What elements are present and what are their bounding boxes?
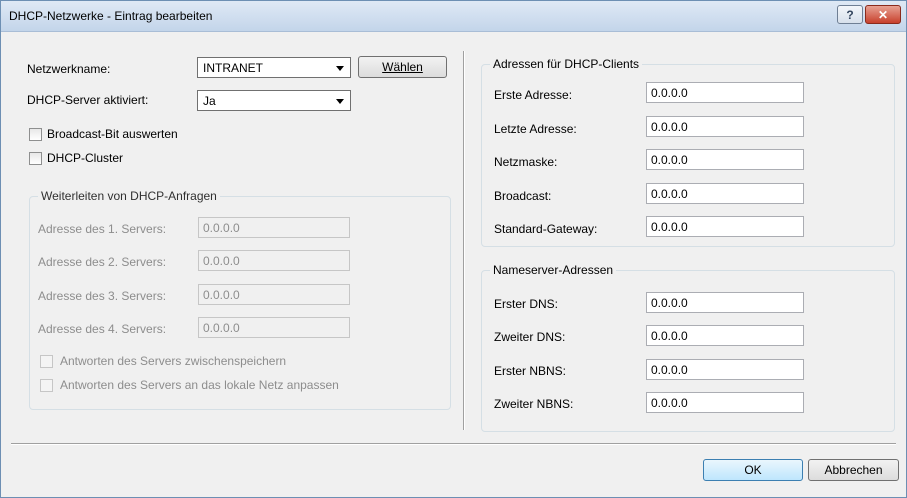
nameserver-group: Nameserver-Adressen Erster DNS: 0.0.0.0 … <box>481 263 895 432</box>
dhcp-cluster-checkbox[interactable] <box>29 152 42 165</box>
server-3-label: Adresse des 3. Servers: <box>38 289 167 303</box>
cache-responses-checkbox[interactable] <box>40 355 53 368</box>
second-nbns-input[interactable]: 0.0.0.0 <box>646 392 804 413</box>
forwarding-legend: Weiterleiten von DHCP-Anfragen <box>38 189 220 203</box>
server-2-label: Adresse des 2. Servers: <box>38 255 167 269</box>
ok-button[interactable]: OK <box>703 459 803 481</box>
help-icon: ? <box>846 7 854 22</box>
netzwerkname-label: Netzwerkname: <box>27 62 111 76</box>
first-dns-input[interactable]: 0.0.0.0 <box>646 292 804 313</box>
clients-group: Adressen für DHCP-Clients Erste Adresse:… <box>481 57 895 247</box>
broadcast-label: Broadcast: <box>494 189 552 203</box>
first-dns-label: Erster DNS: <box>494 297 559 311</box>
first-nbns-input[interactable]: 0.0.0.0 <box>646 359 804 380</box>
server-4-input[interactable]: 0.0.0.0 <box>198 317 350 338</box>
second-dns-label: Zweiter DNS: <box>494 330 566 344</box>
vertical-divider <box>463 51 465 430</box>
netzwerkname-value: INTRANET <box>203 61 263 75</box>
gateway-input[interactable]: 0.0.0.0 <box>646 216 804 237</box>
first-nbns-label: Erster NBNS: <box>494 364 567 378</box>
dialog-window: DHCP-Netzwerke - Eintrag bearbeiten ? ✕ … <box>0 0 907 498</box>
second-dns-input[interactable]: 0.0.0.0 <box>646 325 804 346</box>
last-address-input[interactable]: 0.0.0.0 <box>646 116 804 137</box>
broadcast-bit-checkbox[interactable] <box>29 128 42 141</box>
server-4-label: Adresse des 4. Servers: <box>38 322 167 336</box>
dhcp-server-label: DHCP-Server aktiviert: <box>27 93 149 107</box>
gateway-label: Standard-Gateway: <box>494 222 598 236</box>
server-2-input[interactable]: 0.0.0.0 <box>198 250 350 271</box>
adapt-responses-label: Antworten des Servers an das lokale Netz… <box>60 378 339 392</box>
adapt-responses-checkbox[interactable] <box>40 379 53 392</box>
dhcp-server-combo[interactable]: Ja <box>197 90 351 111</box>
server-3-input[interactable]: 0.0.0.0 <box>198 284 350 305</box>
netmask-input[interactable]: 0.0.0.0 <box>646 149 804 170</box>
server-1-input[interactable]: 0.0.0.0 <box>198 217 350 238</box>
chevron-down-icon <box>336 66 344 71</box>
waehlen-label: Wählen <box>382 60 423 74</box>
close-button[interactable]: ✕ <box>865 5 901 24</box>
cancel-button[interactable]: Abbrechen <box>808 459 899 481</box>
netzwerkname-combo[interactable]: INTRANET <box>197 57 351 78</box>
last-address-label: Letzte Adresse: <box>494 122 577 136</box>
dhcp-server-value: Ja <box>203 94 216 108</box>
first-address-label: Erste Adresse: <box>494 88 573 102</box>
cancel-label: Abbrechen <box>824 463 883 477</box>
chevron-down-icon <box>336 99 344 104</box>
cache-responses-label: Antworten des Servers zwischenspeichern <box>60 354 287 368</box>
waehlen-button[interactable]: Wählen <box>358 56 447 78</box>
broadcast-bit-label: Broadcast-Bit auswerten <box>47 127 178 141</box>
second-nbns-label: Zweiter NBNS: <box>494 397 574 411</box>
broadcast-input[interactable]: 0.0.0.0 <box>646 183 804 204</box>
nameserver-legend: Nameserver-Adressen <box>490 263 617 277</box>
close-icon: ✕ <box>877 7 889 22</box>
footer-divider <box>11 443 896 445</box>
dialog-content: Netzwerkname: INTRANET Wählen DHCP-Serve… <box>1 32 906 497</box>
window-title: DHCP-Netzwerke - Eintrag bearbeiten <box>9 9 213 23</box>
server-1-label: Adresse des 1. Servers: <box>38 222 167 236</box>
dhcp-cluster-label: DHCP-Cluster <box>47 151 124 165</box>
ok-label: OK <box>744 463 762 477</box>
first-address-input[interactable]: 0.0.0.0 <box>646 82 804 103</box>
help-button[interactable]: ? <box>837 5 863 24</box>
title-bar: DHCP-Netzwerke - Eintrag bearbeiten ? ✕ <box>1 1 906 32</box>
clients-legend: Adressen für DHCP-Clients <box>490 57 643 71</box>
netmask-label: Netzmaske: <box>494 155 558 169</box>
forwarding-group: Weiterleiten von DHCP-Anfragen Adresse d… <box>29 189 451 410</box>
